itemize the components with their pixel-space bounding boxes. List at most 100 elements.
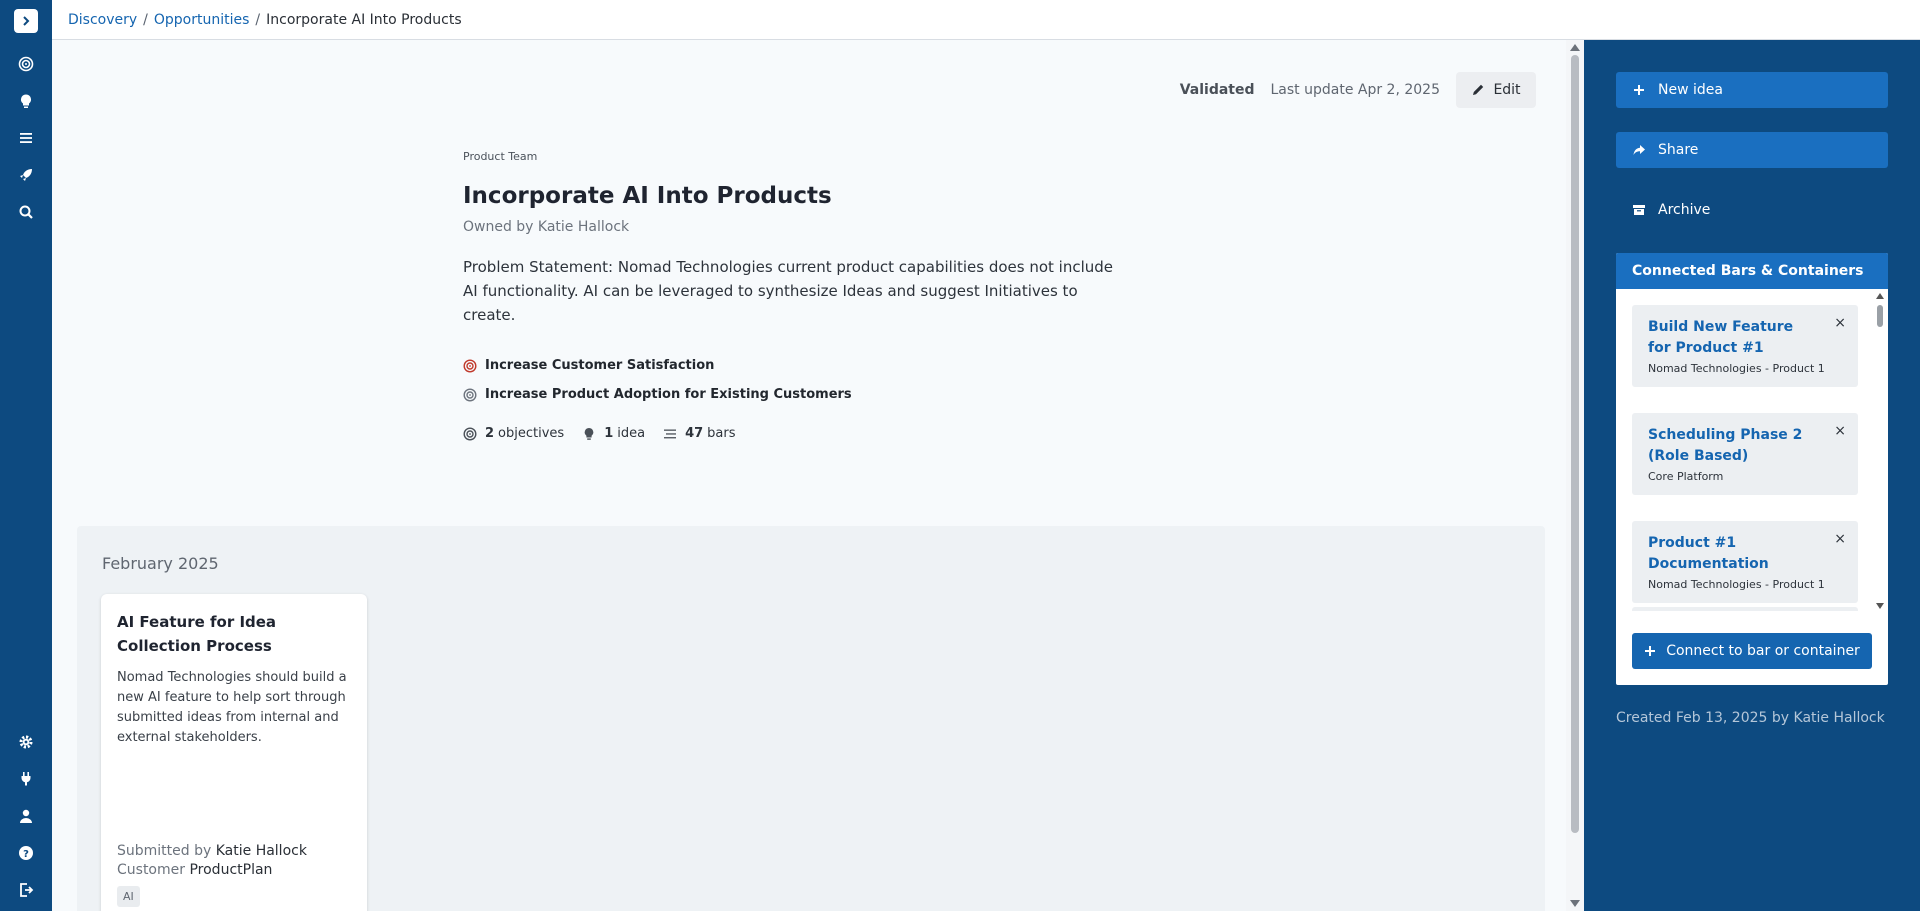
share-label: Share <box>1658 142 1699 158</box>
connected-bar-container: Core Platform <box>1648 470 1724 483</box>
objective-item[interactable]: Increase Customer Satisfaction <box>463 351 1143 380</box>
remove-connection-button[interactable]: × <box>1834 423 1846 439</box>
edit-button[interactable]: Edit <box>1456 72 1536 108</box>
plus-icon <box>1645 646 1656 656</box>
nav-settings[interactable] <box>14 730 38 754</box>
lightbulb-icon <box>584 427 594 440</box>
breadcrumb-discovery[interactable]: Discovery <box>68 12 137 28</box>
connected-list-scrollbar[interactable] <box>1874 289 1886 611</box>
ideas-board: February 2025 AI Feature for Idea Collec… <box>77 526 1545 911</box>
breadcrumb-current: Incorporate AI Into Products <box>266 11 462 28</box>
bars-count: 47 bars <box>663 426 736 441</box>
objectives-count-label: objectives <box>498 426 565 441</box>
connected-bar-link[interactable]: Product #1 Documentation <box>1648 533 1818 575</box>
gear-icon <box>19 735 33 749</box>
ideas-count-label: idea <box>617 426 646 441</box>
connected-bars-title: Connected Bars & Containers <box>1616 253 1888 289</box>
nav-logout[interactable] <box>14 878 38 902</box>
nav-objectives[interactable] <box>14 52 38 76</box>
scroll-up-arrow[interactable] <box>1570 44 1580 51</box>
status-badge: Validated <box>1179 82 1255 98</box>
ideas-count: 1 idea <box>582 426 645 441</box>
page-title: Incorporate AI Into Products <box>463 183 832 209</box>
remove-connection-button[interactable]: × <box>1834 315 1846 331</box>
nav-search[interactable] <box>14 200 38 224</box>
month-heading: February 2025 <box>102 554 219 573</box>
objectives-count: 2 objectives <box>463 426 564 441</box>
nav-ideas[interactable] <box>14 89 38 113</box>
breadcrumb: Discovery / Opportunities / Incorporate … <box>52 0 1920 40</box>
nav-integrations[interactable] <box>14 767 38 791</box>
idea-title: AI Feature for Idea Collection Process <box>117 613 277 655</box>
objective-label: Increase Customer Satisfaction <box>485 358 715 373</box>
share-icon <box>1633 145 1645 155</box>
list-scroll-down[interactable] <box>1876 603 1884 609</box>
idea-submitted: Submitted by Katie Hallock <box>117 842 307 861</box>
breadcrumb-separator: / <box>255 11 261 28</box>
list-scroll-thumb[interactable] <box>1877 305 1883 327</box>
last-update: Last update Apr 2, 2025 <box>1270 82 1441 98</box>
team-label: Product Team <box>463 150 538 163</box>
nav-help[interactable]: ? <box>14 841 38 865</box>
objectives-count-value: 2 <box>485 426 495 441</box>
edit-label: Edit <box>1493 82 1521 98</box>
scroll-down-arrow[interactable] <box>1570 900 1580 907</box>
connect-bar-button[interactable]: Connect to bar or container <box>1632 633 1872 669</box>
search-icon <box>19 205 33 219</box>
connected-bars-panel: Connected Bars & Containers Build New Fe… <box>1616 253 1888 685</box>
target-icon <box>463 358 477 373</box>
list-icon <box>664 429 677 438</box>
idea-tag[interactable]: AI <box>117 886 140 907</box>
archive-button[interactable]: Archive <box>1616 192 1888 228</box>
objective-item[interactable]: Increase Product Adoption for Existing C… <box>463 380 1143 409</box>
opportunity-summary: Product Team Incorporate AI Into Product… <box>463 150 1143 441</box>
connected-bar-card-partial <box>1632 607 1858 611</box>
connected-bar-card: Scheduling Phase 2 (Role Based) Core Pla… <box>1632 413 1858 495</box>
left-nav: ? <box>0 0 52 911</box>
breadcrumb-opportunities[interactable]: Opportunities <box>154 12 250 28</box>
list-icon <box>20 133 32 143</box>
target-icon <box>463 426 477 441</box>
objective-list: Increase Customer Satisfaction Increase … <box>463 351 1143 409</box>
idea-card[interactable]: AI Feature for Idea Collection Process N… <box>101 594 367 911</box>
bars-count-value: 47 <box>685 426 704 441</box>
plug-icon <box>21 772 31 786</box>
submitted-value: Katie Hallock <box>215 843 307 859</box>
new-idea-label: New idea <box>1658 82 1723 98</box>
user-icon <box>20 809 32 823</box>
archive-label: Archive <box>1658 202 1711 218</box>
help-icon: ? <box>19 846 33 860</box>
chevron-right-icon <box>23 16 30 26</box>
right-sidebar: New idea Share Archive Connected Bars & … <box>1584 40 1920 911</box>
connect-bar-label: Connect to bar or container <box>1666 643 1860 659</box>
ideas-count-value: 1 <box>604 426 614 441</box>
connected-bar-container: Nomad Technologies - Product 1 <box>1648 362 1825 375</box>
idea-meta: Submitted by Katie Hallock Customer Prod… <box>117 842 307 907</box>
pencil-icon <box>1473 84 1484 95</box>
new-idea-button[interactable]: New idea <box>1616 72 1888 108</box>
idea-customer: Customer ProductPlan <box>117 861 307 880</box>
nav-list[interactable] <box>14 126 38 150</box>
summary-counts: 2 objectives 1 idea 47 bars <box>463 426 1143 441</box>
problem-statement: Problem Statement: Nomad Technologies cu… <box>463 258 1114 324</box>
scroll-thumb[interactable] <box>1571 55 1579 833</box>
connected-bar-link[interactable]: Build New Feature for Product #1 <box>1648 317 1818 359</box>
logout-icon <box>20 883 34 897</box>
share-button[interactable]: Share <box>1616 132 1888 168</box>
customer-value: ProductPlan <box>189 862 273 878</box>
connected-bar-card: Product #1 Documentation Nomad Technolog… <box>1632 521 1858 603</box>
main-scrollbar[interactable] <box>1566 40 1584 911</box>
target-icon <box>18 56 34 72</box>
created-info: Created Feb 13, 2025 by Katie Hallock <box>1616 710 1885 726</box>
nav-launch[interactable] <box>14 163 38 187</box>
expand-nav-button[interactable] <box>14 9 38 33</box>
objective-label: Increase Product Adoption for Existing C… <box>485 387 852 402</box>
rocket-icon <box>20 169 32 181</box>
list-scroll-up[interactable] <box>1876 293 1884 299</box>
breadcrumb-separator: / <box>143 11 148 28</box>
target-icon <box>463 387 477 402</box>
nav-profile[interactable] <box>14 804 38 828</box>
connected-bar-link[interactable]: Scheduling Phase 2 (Role Based) <box>1648 425 1818 467</box>
submitted-label: Submitted by <box>117 843 212 859</box>
remove-connection-button[interactable]: × <box>1834 531 1846 547</box>
